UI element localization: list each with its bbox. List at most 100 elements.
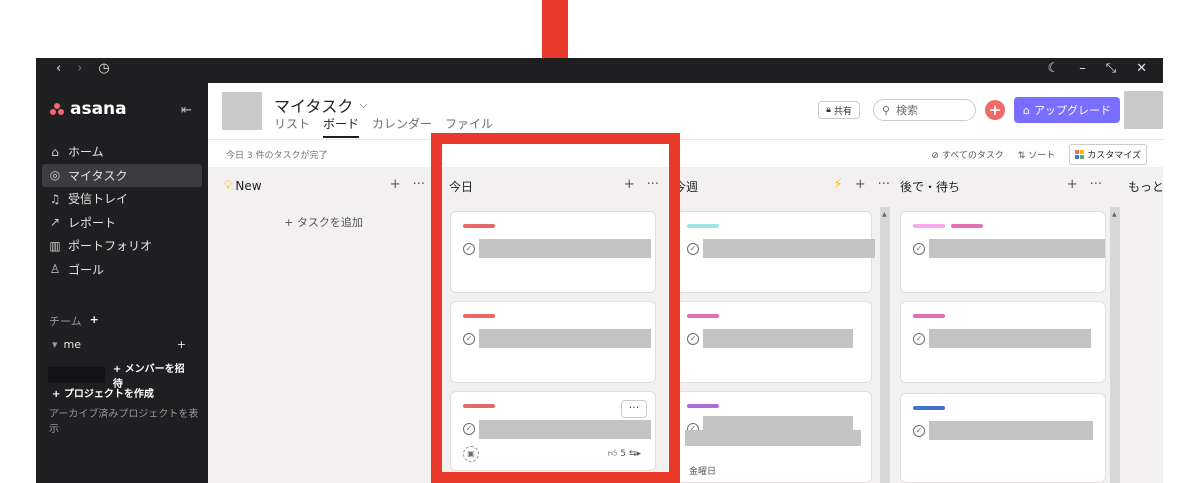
redacted-task-name (929, 329, 1091, 348)
share-label: 共有 (833, 106, 852, 117)
complete-check-icon[interactable]: ✓ (913, 425, 925, 437)
customize-icon (1075, 150, 1085, 159)
logo-text: asana (70, 99, 127, 119)
forward-icon[interactable]: › (77, 61, 82, 76)
column-scrollbar[interactable] (1110, 207, 1120, 483)
rule-bolt-icon[interactable]: ⚡ (834, 177, 843, 192)
tag (913, 406, 945, 410)
add-to-team-button[interactable]: + (177, 338, 186, 351)
annotation-highlight-box (431, 133, 680, 483)
share-button[interactable]: 🔒︎ 共有 (818, 101, 860, 119)
add-task-icon[interactable]: + (855, 177, 866, 192)
lock-icon: 🔒︎ (826, 105, 831, 115)
sidebar-item-label: 受信トレイ (68, 192, 129, 207)
minimize-icon[interactable]: – (1079, 61, 1086, 76)
add-task-button[interactable]: + タスクを追加 (216, 214, 431, 230)
sidebar-item-label: レポート (68, 215, 117, 230)
quick-add-button[interactable]: + (985, 100, 1005, 120)
team-section-header: チーム + (49, 313, 99, 329)
history-icon[interactable]: ◷ (98, 61, 109, 76)
page-title[interactable]: マイタスク ⌵ (274, 93, 368, 117)
redacted-task-name (929, 421, 1093, 440)
sort-icon: ⇅ (1017, 151, 1029, 161)
redacted-task-name (703, 329, 853, 348)
portfolio-icon: ▥ (49, 238, 61, 253)
theme-icon[interactable]: ☾ (1048, 61, 1060, 76)
customize-button[interactable]: カスタマイズ (1069, 144, 1147, 165)
complete-check-icon[interactable]: ✓ (687, 333, 699, 345)
sort-label: ソート (1028, 151, 1056, 161)
sidebar-item-reports[interactable]: ↗ レポート (42, 211, 202, 235)
add-task-icon[interactable]: + (390, 177, 401, 192)
task-card[interactable]: ✓ (900, 393, 1106, 483)
main-area: マイタスク ⌵ リスト ボード カレンダー ファイル 🔒︎ 共有 ⚲ 検索 + … (208, 83, 1163, 483)
all-tasks-label: すべてのタスク (941, 151, 1004, 161)
column-title: New (235, 178, 262, 193)
complete-check-icon[interactable]: ✓ (687, 243, 699, 255)
redacted-block (48, 367, 105, 383)
redacted-task-name (703, 239, 875, 258)
check-circle-icon: ⊘ (931, 151, 942, 161)
show-archived-projects-link[interactable]: アーカイブ済みプロジェクトを表示 (49, 405, 208, 435)
task-card[interactable]: ✓ (674, 301, 872, 383)
board-column-later: 後で・待ち + ··· ✓ ✓ ✓ ▲ (892, 167, 1122, 483)
more-icon[interactable]: ··· (878, 177, 890, 192)
sidebar-item-home[interactable]: ⌂ ホーム (42, 140, 202, 164)
back-icon[interactable]: ‹ (56, 61, 61, 76)
title-bar: ‹ › ◷ ☾ – ⤡ ✕ (36, 58, 1163, 83)
sort-button[interactable]: ⇅ ソート (1018, 148, 1055, 161)
more-icon[interactable]: ··· (413, 177, 425, 192)
search-icon: ⚲ (882, 103, 891, 117)
gift-icon: ⌂ (1023, 103, 1030, 117)
sidebar-item-inbox[interactable]: ♫ 受信トレイ (42, 187, 202, 211)
team-name: me (63, 338, 82, 351)
completed-count-text: 今日 3 件のタスクが完了 (226, 151, 328, 161)
team-me-row[interactable]: ▾ me + (52, 338, 186, 351)
customize-label: カスタマイズ (1087, 151, 1141, 161)
check-circle-icon: ◎ (49, 168, 61, 183)
chart-line-icon: ↗ (49, 215, 61, 230)
sidebar-item-goals[interactable]: ♙ ゴール (42, 258, 202, 282)
task-card[interactable]: ✓ (674, 211, 875, 293)
screenshot-stage: ‹ › ◷ ☾ – ⤡ ✕ asana ⇤ ⌂ ホーム ◎ マイタスク ♫ 受信… (0, 0, 1200, 483)
sidebar: asana ⇤ ⌂ ホーム ◎ マイタスク ♫ 受信トレイ ↗ レポート ▥ ポ… (36, 83, 208, 483)
complete-check-icon[interactable]: ✓ (913, 243, 925, 255)
sidebar-item-my-tasks[interactable]: ◎ マイタスク (42, 163, 202, 187)
all-tasks-filter[interactable]: ⊘ すべてのタスク (931, 148, 1003, 161)
tab-board[interactable]: ボード (323, 115, 360, 138)
scroll-up-icon[interactable]: ▲ (882, 211, 887, 218)
upgrade-label: アップグレード (1033, 104, 1111, 117)
tag (687, 314, 719, 318)
tab-calendar[interactable]: カレンダー (372, 115, 432, 138)
tag (951, 224, 983, 228)
close-icon[interactable]: ✕ (1136, 61, 1147, 76)
task-card[interactable]: ✓ 金曜日 (674, 391, 872, 483)
tag (687, 224, 719, 228)
tab-list[interactable]: リスト (274, 115, 310, 138)
user-avatar[interactable] (1124, 91, 1163, 129)
upgrade-button[interactable]: ⌂ アップグレード (1014, 97, 1120, 123)
caret-down-icon: ▾ (52, 338, 58, 351)
sidebar-item-label: マイタスク (68, 168, 128, 183)
search-input[interactable]: ⚲ 検索 (873, 99, 976, 121)
person-icon: ♙ (49, 262, 61, 277)
chevron-down-icon[interactable]: ⌵ (359, 98, 367, 112)
complete-check-icon[interactable]: ✓ (913, 333, 925, 345)
task-card[interactable]: ✓ (900, 211, 1106, 293)
restore-icon[interactable]: ⤡ (1106, 61, 1116, 76)
scroll-up-icon[interactable]: ▲ (1112, 211, 1117, 218)
asana-logo[interactable]: asana (50, 99, 127, 119)
column-title: もっと先 (1128, 180, 1163, 194)
more-icon[interactable]: ··· (1090, 177, 1102, 192)
task-card[interactable]: ✓ (900, 301, 1106, 383)
add-task-icon[interactable]: + (1067, 177, 1078, 192)
create-project-button[interactable]: + プロジェクトを作成 (52, 385, 154, 400)
add-team-button[interactable]: + (90, 313, 99, 329)
board-toolbar: 今日 3 件のタスクが完了 ⊘ すべてのタスク ⇅ ソート カスタマイズ (208, 140, 1163, 167)
project-avatar (222, 92, 262, 130)
asana-logo-icon (50, 103, 64, 115)
sidebar-item-label: ゴール (68, 262, 105, 277)
column-scrollbar[interactable] (880, 207, 890, 483)
sidebar-item-portfolios[interactable]: ▥ ポートフォリオ (42, 234, 202, 258)
sidebar-collapse-icon[interactable]: ⇤ (181, 103, 192, 118)
